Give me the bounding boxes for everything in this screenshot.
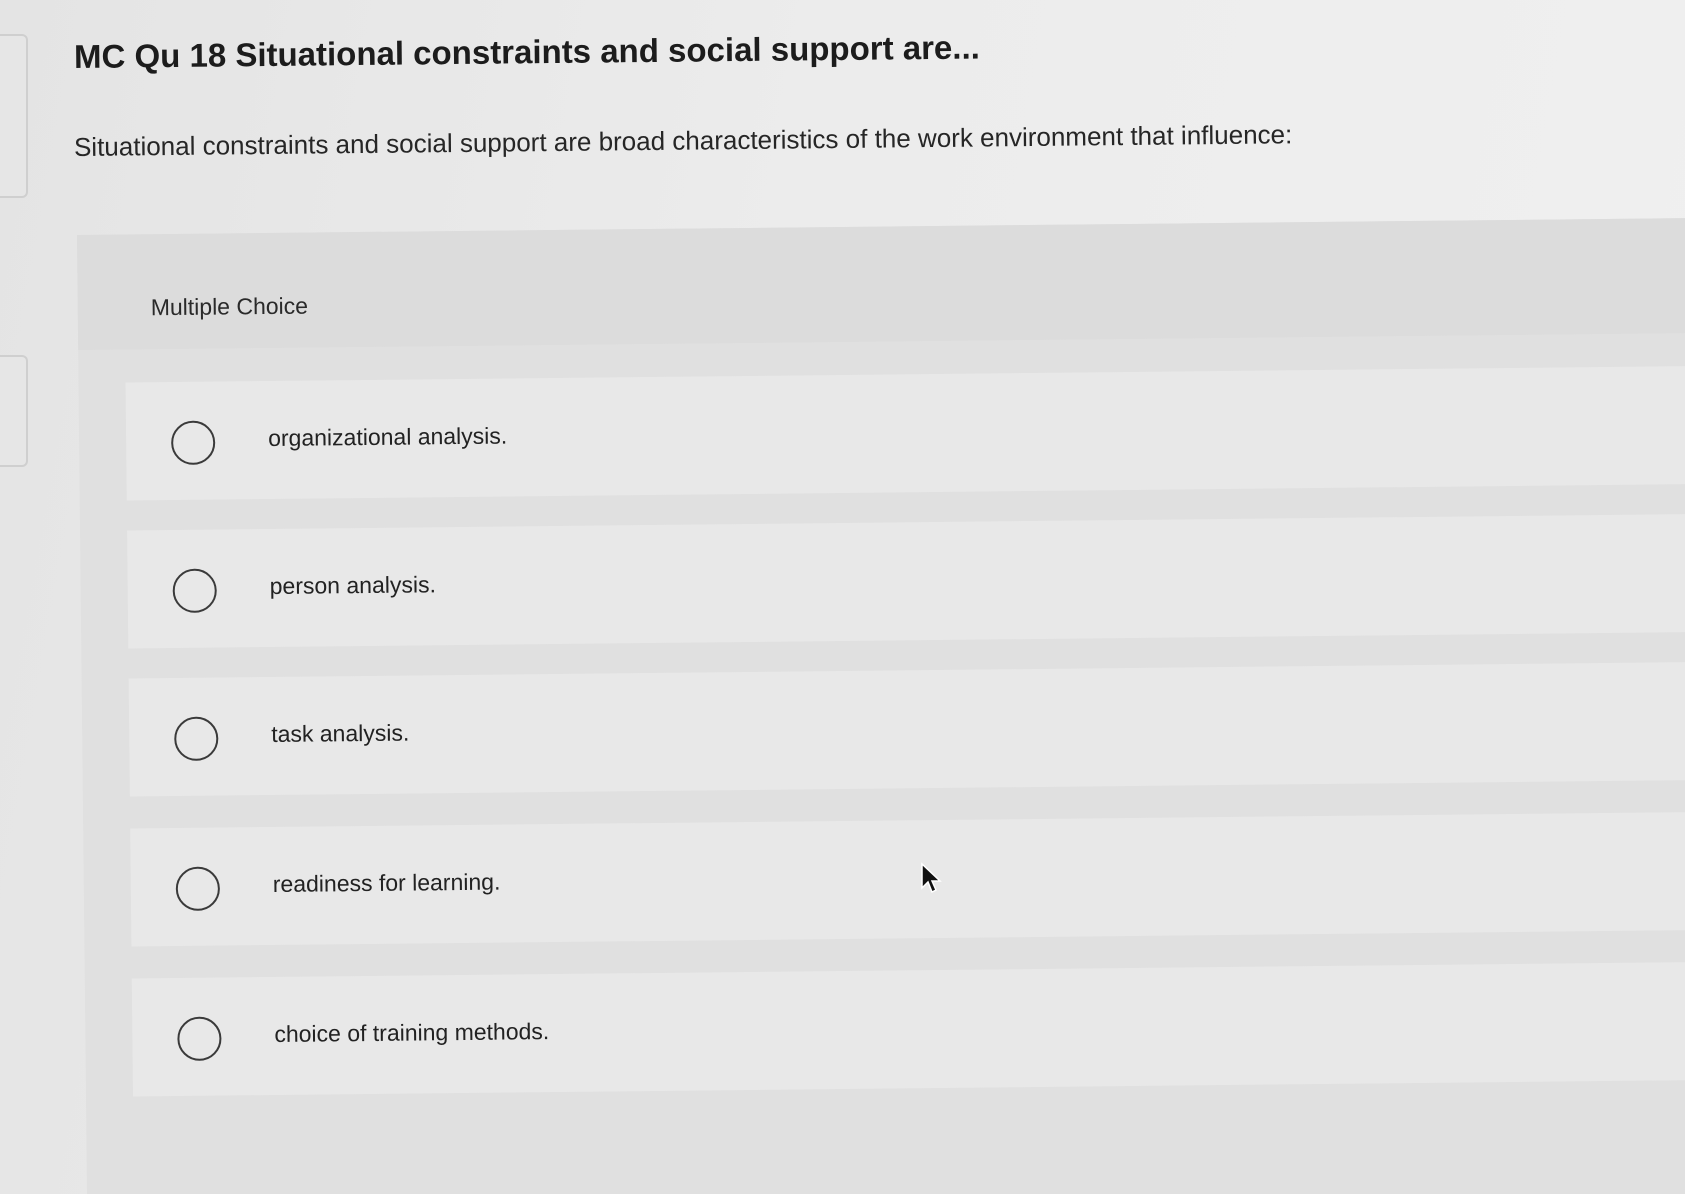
side-panel-tab[interactable] — [0, 355, 28, 467]
multiple-choice-header: Multiple Choice — [77, 218, 1685, 350]
answer-option[interactable]: readiness for learning. — [130, 812, 1685, 947]
radio-unselected-icon[interactable] — [175, 866, 221, 911]
radio-unselected-icon[interactable] — [174, 716, 219, 762]
radio-unselected-icon[interactable] — [172, 568, 217, 614]
side-panel-tab[interactable] — [0, 34, 28, 198]
radio-unselected-icon[interactable] — [170, 420, 216, 466]
answer-option[interactable]: choice of training methods. — [131, 962, 1685, 1097]
answer-option-text: readiness for learning. — [272, 868, 501, 897]
answer-option-text: person analysis. — [269, 571, 437, 600]
answer-option-text: organizational analysis. — [268, 422, 508, 452]
radio-unselected-icon[interactable] — [177, 1016, 222, 1061]
answer-option[interactable]: person analysis. — [127, 514, 1685, 649]
question-prompt: Situational constraints and social suppo… — [73, 119, 1293, 162]
answer-option-text: task analysis. — [271, 719, 410, 747]
multiple-choice-label: Multiple Choice — [150, 292, 309, 321]
quiz-page: MC Qu 18 Situational constraints and soc… — [0, 0, 1685, 1194]
answer-option-text: choice of training methods. — [274, 1018, 550, 1047]
answer-option[interactable]: organizational analysis. — [125, 366, 1685, 501]
question-title: MC Qu 18 Situational constraints and soc… — [73, 28, 980, 75]
mouse-pointer-icon — [921, 862, 942, 894]
answer-option[interactable]: task analysis. — [128, 662, 1685, 797]
multiple-choice-panel: Multiple Choice organizational analysis.… — [77, 218, 1685, 1194]
